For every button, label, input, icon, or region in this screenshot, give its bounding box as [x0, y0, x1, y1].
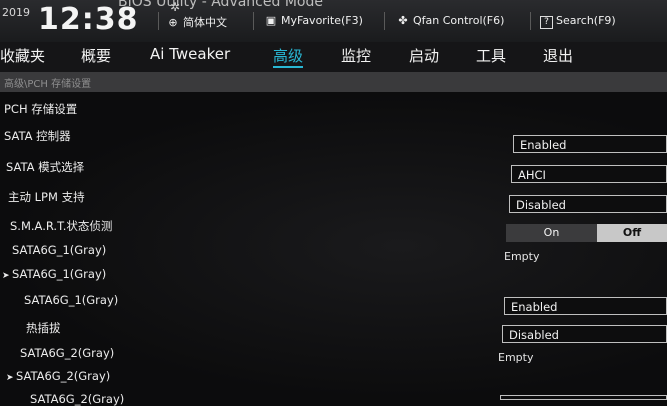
port1-enable-select[interactable]: Enabled	[504, 297, 667, 315]
port1-group-item[interactable]: ➤ SATA6G_1(Gray)	[2, 267, 106, 281]
expand-arrow-icon: ➤	[2, 271, 10, 281]
qfan-control-button[interactable]: ✤ Qfan Control(F6)	[396, 14, 504, 27]
myfavorite-button[interactable]: ▣ MyFavorite(F3)	[264, 14, 363, 27]
language-button[interactable]: ⊕ 简体中文	[166, 14, 227, 30]
divider	[384, 12, 385, 30]
port2-group-label: SATA6G_2(Gray)	[16, 369, 111, 383]
fan-icon: ✤	[398, 14, 408, 27]
toggle-off-option[interactable]: Off	[597, 224, 667, 242]
language-label: 简体中文	[183, 16, 227, 29]
port1-status-value: Empty	[504, 250, 540, 263]
port1-group-label: SATA6G_1(Gray)	[12, 267, 107, 281]
breadcrumb: 高级\PCH 存储设置	[0, 72, 667, 93]
search-button[interactable]: ? Search(F9)	[540, 14, 616, 29]
window-title: BIOS Utility - Advanced Mode	[118, 0, 323, 10]
section-title: PCH 存储设置	[4, 102, 78, 116]
help-icon: ?	[540, 16, 553, 29]
breadcrumb-text: 高级\PCH 存储设置	[4, 79, 92, 90]
tab-tool[interactable]: 工具	[476, 45, 506, 66]
date-text: 2019	[2, 6, 30, 19]
port2-status-value: Empty	[498, 351, 534, 364]
divider	[530, 12, 531, 30]
top-bar: BIOS Utility - Advanced Mode 2019 12:38 …	[0, 0, 667, 42]
expand-arrow-icon: ➤	[6, 373, 14, 383]
search-label: Search(F9)	[556, 14, 616, 27]
qfan-label: Qfan Control(F6)	[413, 14, 505, 27]
globe-icon: ⊕	[168, 16, 178, 29]
sata-controller-label: SATA 控制器	[4, 129, 71, 143]
hotplug-select[interactable]: Disabled	[502, 325, 667, 343]
sata-mode-label: SATA 模式选择	[6, 160, 85, 174]
port2-enable-select[interactable]	[500, 395, 667, 400]
clock-time: 12:38	[38, 2, 139, 37]
port1-enable-label: SATA6G_1(Gray)	[24, 293, 119, 307]
toggle-on-option[interactable]: On	[506, 224, 597, 242]
myfavorite-label: MyFavorite(F3)	[281, 14, 363, 27]
lpm-select[interactable]: Disabled	[509, 195, 667, 213]
lpm-label: 主动 LPM 支持	[8, 190, 85, 204]
tab-main[interactable]: 概要	[81, 45, 111, 66]
smart-toggle[interactable]: On Off	[506, 224, 667, 242]
port2-status-label: SATA6G_2(Gray)	[20, 346, 115, 360]
divider	[158, 12, 159, 30]
port1-status-label: SATA6G_1(Gray)	[12, 243, 107, 257]
tab-ai-tweaker[interactable]: Ai Tweaker	[150, 45, 230, 63]
sata-mode-select[interactable]: AHCI	[511, 165, 667, 183]
tab-exit[interactable]: 退出	[543, 45, 573, 66]
myfavorite-icon: ▣	[265, 14, 277, 27]
main-nav: 收藏夹 概要 Ai Tweaker 高级 监控 启动 工具 退出	[0, 42, 667, 72]
settings-gear-icon[interactable]: ✲	[170, 0, 180, 14]
tab-boot[interactable]: 启动	[409, 45, 439, 66]
divider	[253, 12, 254, 30]
tab-monitor[interactable]: 监控	[341, 45, 371, 66]
hotplug-label: 热插拔	[26, 321, 61, 335]
tab-favorites[interactable]: 收藏夹	[0, 45, 45, 66]
sata-controller-select[interactable]: Enabled	[513, 135, 667, 153]
smart-label: S.M.A.R.T.状态侦测	[10, 219, 113, 233]
port2-enable-label: SATA6G_2(Gray)	[30, 392, 125, 406]
port2-group-item[interactable]: ➤ SATA6G_2(Gray)	[6, 369, 110, 383]
tab-advanced[interactable]: 高级	[273, 45, 304, 68]
